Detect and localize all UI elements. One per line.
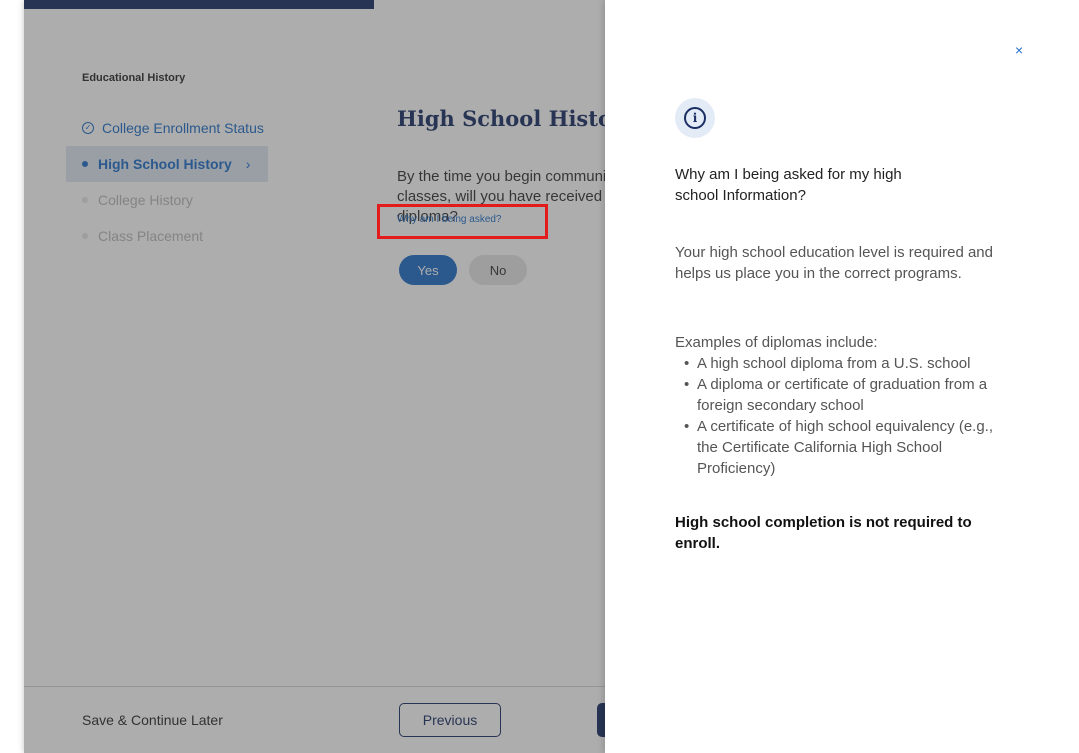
highlight-annotation-box (377, 204, 548, 239)
examples-list: A high school diploma from a U.S. school… (675, 353, 1015, 479)
info-glyph: i (684, 107, 706, 129)
examples-heading: Examples of diplomas include: (675, 334, 878, 351)
drawer-paragraph: Your high school education level is requ… (675, 244, 993, 282)
list-item: A diploma or certificate of graduation f… (684, 374, 1015, 416)
drawer-note: High school completion is not required t… (675, 514, 972, 552)
info-drawer: × i Why am I being asked for my high sch… (605, 0, 1079, 753)
list-item: A certificate of high school equivalency… (684, 416, 1015, 479)
examples-section: Examples of diplomas include: A high sch… (675, 332, 1015, 479)
drawer-title: Why am I being asked for my high school … (675, 166, 902, 204)
list-item: A high school diploma from a U.S. school (684, 353, 1015, 374)
info-icon: i (675, 98, 715, 138)
close-icon[interactable]: × (1015, 42, 1023, 58)
